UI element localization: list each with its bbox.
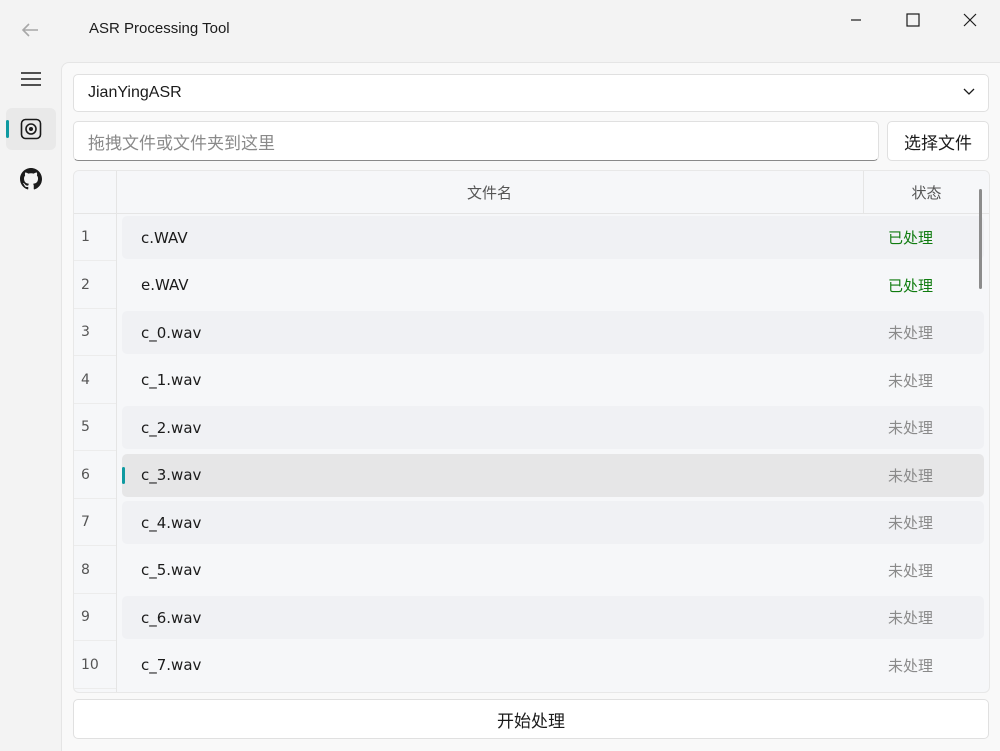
table-row[interactable]: c_4.wav 未处理 [122,501,984,544]
file-drop-input[interactable]: 拖拽文件或文件夹到这里 [73,121,879,161]
table-row[interactable]: c_0.wav 未处理 [122,311,984,354]
row-number[interactable]: 8 [74,547,116,594]
file-name-cell: c_6.wav [141,608,202,627]
row-number[interactable]: 10 [74,642,116,689]
status-cell: 未处理 [888,419,934,437]
maximize-icon [906,13,920,27]
table-corner [74,171,117,213]
file-name-cell: c_4.wav [141,513,202,532]
close-button[interactable] [942,0,998,40]
file-name-cell: e.WAV [141,276,189,294]
start-processing-button[interactable]: 开始处理 [73,699,989,739]
row-number[interactable]: 1 [74,214,116,261]
table-scrollbar[interactable] [979,189,982,289]
file-drop-placeholder: 拖拽文件或文件夹到这里 [88,133,275,154]
table-row[interactable]: c_2.wav 未处理 [122,406,984,449]
row-number[interactable]: 7 [74,499,116,546]
status-cell: 未处理 [888,466,934,485]
file-name-cell: c.WAV [141,228,188,247]
row-number[interactable]: 6 [74,452,116,499]
minimize-button[interactable] [828,0,884,40]
chevron-down-icon [963,88,975,95]
nav-item-github[interactable] [6,158,56,200]
nav-item-asr[interactable] [6,108,56,150]
row-number[interactable]: 2 [74,262,116,309]
row-number[interactable]: 3 [74,309,116,356]
column-header-filename[interactable]: 文件名 [116,171,864,213]
navigation-sidebar [0,62,60,750]
select-file-button[interactable]: 选择文件 [887,121,989,161]
status-cell: 未处理 [888,371,934,390]
file-name-cell: c_5.wav [141,561,202,579]
maximize-button[interactable] [885,0,941,40]
table-header: 文件名 状态 [74,171,989,214]
menu-icon [21,72,41,86]
status-cell: 未处理 [888,514,934,532]
table-row[interactable]: c_6.wav 未处理 [122,596,984,639]
arrow-left-icon [21,23,38,37]
status-cell: 已处理 [888,229,934,247]
close-icon [963,13,977,27]
row-number[interactable]: 5 [74,404,116,451]
status-cell: 已处理 [888,276,934,295]
minimize-icon [851,19,861,21]
record-icon [20,118,42,140]
table-row[interactable]: c.WAV 已处理 [122,216,984,259]
row-selection-indicator [122,466,125,484]
status-cell: 未处理 [888,656,934,675]
table-row[interactable]: c_7.wav 未处理 [122,644,984,687]
app-title: ASR Processing Tool [89,20,230,37]
status-cell: 未处理 [888,561,934,580]
column-header-status[interactable]: 状态 [864,171,989,213]
table-row[interactable]: c_5.wav 未处理 [122,549,984,592]
table-row[interactable]: c_3.wav 未处理 [122,453,984,497]
asr-engine-select[interactable]: JianYingASR [73,74,989,112]
main-content: JianYingASR 拖拽文件或文件夹到这里 选择文件 文件名 状态 1234… [61,62,1000,751]
row-number[interactable]: 9 [74,594,116,641]
status-cell: 未处理 [888,609,934,627]
nav-menu-button[interactable] [6,58,56,100]
file-name-cell: c_7.wav [141,656,202,674]
table-row[interactable]: e.WAV 已处理 [122,264,984,307]
asr-engine-value: JianYingASR [88,84,182,101]
nav-selection-indicator [6,120,9,138]
file-name-cell: c_2.wav [141,418,202,437]
row-number-column: 1 2 3 4 5 6 7 8 9 10 [74,214,117,692]
title-bar: ASR Processing Tool [0,0,1000,62]
file-name-cell: c_1.wav [141,371,202,389]
file-name-cell: c_3.wav [141,466,202,484]
github-icon [20,168,42,190]
back-button[interactable] [14,16,46,44]
file-table: 文件名 状态 1 2 3 4 5 6 7 8 9 10 c.WAV 已处理 e.WAV 已处理 c_0.w… [73,170,990,693]
status-cell: 未处理 [888,324,934,342]
table-row[interactable]: c_1.wav 未处理 [122,359,984,402]
file-name-cell: c_0.wav [141,323,202,342]
row-number[interactable]: 4 [74,357,116,404]
